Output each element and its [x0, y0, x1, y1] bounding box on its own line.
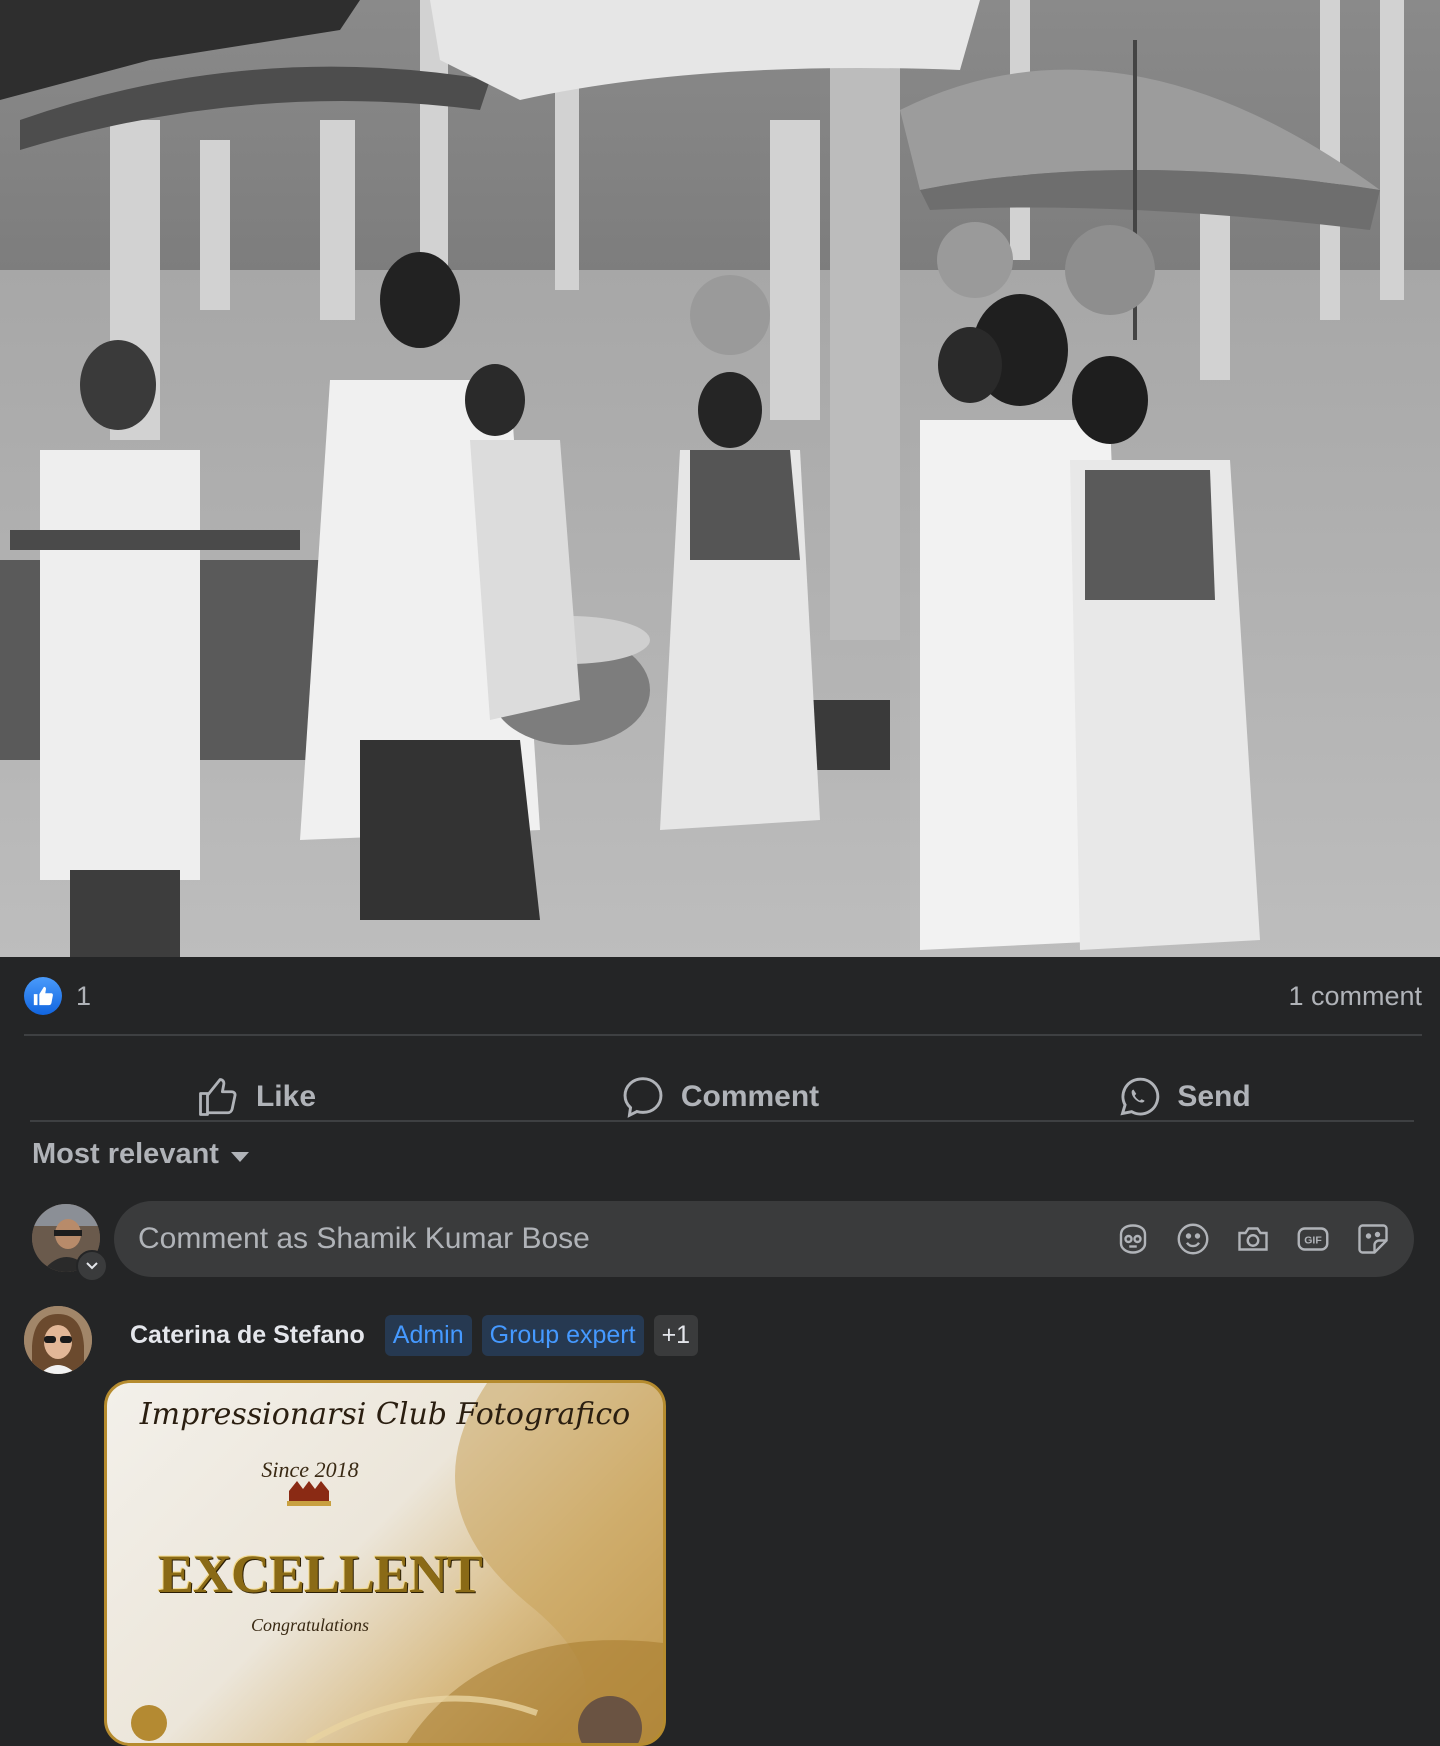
thumbs-up-icon [196, 1076, 240, 1118]
whatsapp-icon [1117, 1075, 1161, 1119]
comment-input[interactable] [114, 1221, 1114, 1257]
comment-bubble-icon [621, 1075, 665, 1119]
composer-toolbar: GIF [1114, 1220, 1414, 1258]
emoji-icon[interactable] [1174, 1220, 1212, 1258]
commenter-avatar[interactable] [24, 1306, 92, 1374]
award-since: Since 2018 [261, 1457, 359, 1482]
like-reaction-icon [24, 977, 62, 1015]
award-rating: EXCELLENT [157, 1544, 483, 1604]
svg-text:GIF: GIF [1304, 1235, 1322, 1247]
award-congrats: Congratulations [250, 1615, 370, 1635]
group-expert-badge[interactable]: Group expert [481, 1314, 644, 1356]
street-scene-image [0, 0, 1440, 957]
award-image[interactable]: Impressionarsi Club Fotografico Since 20… [104, 1380, 666, 1746]
admin-badge[interactable]: Admin [384, 1314, 472, 1356]
send-button[interactable]: Send [952, 1075, 1416, 1119]
gif-icon[interactable]: GIF [1294, 1220, 1332, 1258]
chevron-down-icon[interactable] [76, 1250, 108, 1282]
caret-down-icon [229, 1138, 251, 1171]
send-label: Send [1177, 1080, 1251, 1113]
comment-sort-dropdown[interactable]: Most relevant [32, 1136, 251, 1172]
comment-header: Caterina de Stefano Admin Group expert +… [130, 1314, 699, 1356]
sticker-icon[interactable] [1354, 1220, 1392, 1258]
reaction-count: 1 [76, 980, 92, 1011]
comment-label: Comment [680, 1080, 820, 1113]
sort-label: Most relevant [32, 1137, 219, 1170]
award-title: Impressionarsi Club Fotografico [139, 1397, 631, 1432]
comment-count-link[interactable]: 1 comment [1288, 981, 1422, 1012]
avatar-sticker-icon[interactable] [1114, 1220, 1152, 1258]
post-photo[interactable] [0, 0, 1440, 957]
comment-composer: GIF [114, 1201, 1414, 1277]
more-badges[interactable]: +1 [653, 1314, 699, 1356]
reactions-left[interactable]: 1 [24, 977, 91, 1015]
commenter-name[interactable]: Caterina de Stefano [130, 1321, 365, 1350]
camera-icon[interactable] [1234, 1220, 1272, 1258]
like-label: Like [255, 1080, 317, 1113]
like-button[interactable]: Like [24, 1076, 488, 1118]
reactions-summary: 1 1 comment [24, 957, 1422, 1035]
comment-button[interactable]: Comment [488, 1075, 952, 1119]
divider [30, 1120, 1414, 1122]
divider [24, 1034, 1422, 1036]
